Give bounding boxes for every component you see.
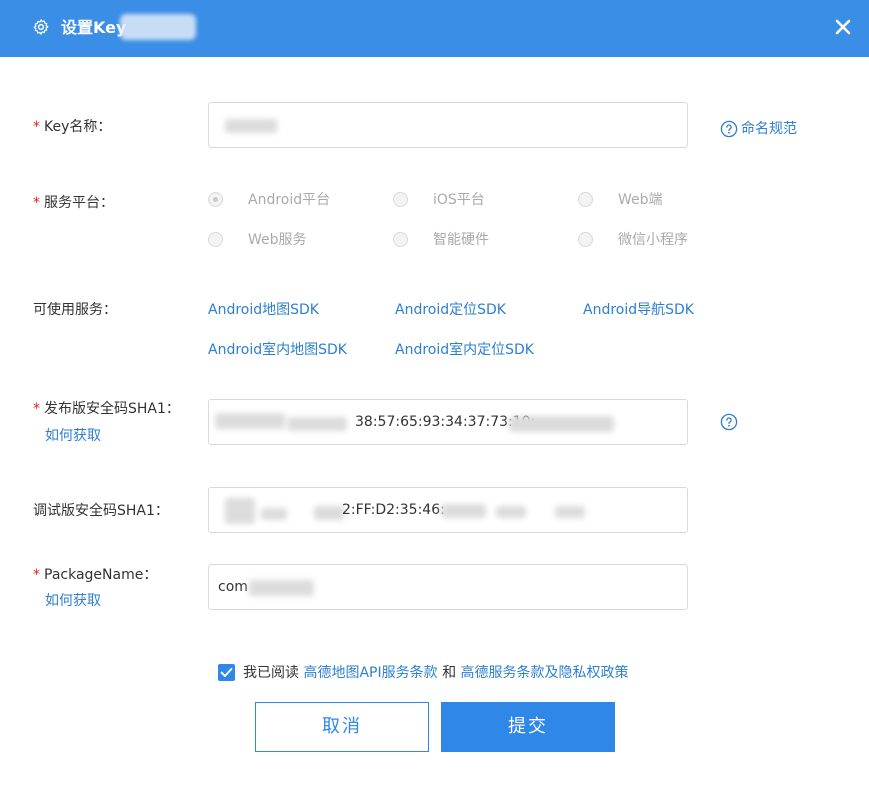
debug-sha1-value: 2:FF:D2:35:46: [342, 502, 445, 518]
release-sha1-how-to-link[interactable]: 如何获取 [45, 426, 101, 446]
help-circle-icon[interactable] [720, 413, 738, 431]
close-icon[interactable] [833, 17, 853, 37]
agreement-text: 我已阅读 高德地图API服务条款 和 高德服务条款及隐私权政策 [243, 665, 629, 681]
debug-sha1-input[interactable]: 2:FF:D2:35:46: [208, 487, 688, 533]
radio-circle [208, 192, 223, 207]
radio-circle [578, 192, 593, 207]
redacted-segment [441, 504, 486, 518]
redacted-segment [509, 416, 614, 432]
radio-circle [208, 232, 223, 247]
radio-circle [393, 192, 408, 207]
services-label: 可使用服务： [33, 302, 117, 318]
package-name-value: com [218, 579, 248, 595]
package-name-label: * PackageName： [33, 567, 158, 583]
checkmark-icon [220, 668, 233, 677]
redacted-segment [261, 508, 287, 520]
key-name-input[interactable] [208, 102, 688, 148]
redacted-segment [225, 498, 255, 524]
redacted-key-name [225, 119, 277, 133]
cancel-button[interactable]: 取消 [255, 702, 429, 752]
privacy-policy-link[interactable]: 高德服务条款及隐私权政策 [461, 665, 629, 681]
platform-label: * 服务平台： [33, 195, 114, 211]
release-sha1-label: * 发布版安全码SHA1： [33, 401, 180, 417]
redacted-segment [249, 580, 314, 596]
dialog-title: 设置Key [61, 18, 127, 37]
dialog-header: 设置Key [0, 0, 869, 57]
service-android-indoor-map-sdk[interactable]: Android室内地图SDK [208, 340, 347, 360]
redacted-segment [215, 413, 285, 429]
redacted-segment [314, 506, 344, 520]
release-sha1-input[interactable]: 38:57:65:93:34:37:73:10: [208, 399, 688, 445]
radio-circle [393, 232, 408, 247]
naming-rules-link[interactable]: 命名规范 [741, 119, 797, 139]
radio-circle [578, 232, 593, 247]
redacted-title-suffix [120, 14, 196, 40]
service-android-location-sdk[interactable]: Android定位SDK [395, 300, 506, 320]
package-name-input[interactable]: com [208, 564, 688, 610]
submit-button[interactable]: 提交 [441, 702, 615, 752]
service-android-map-sdk[interactable]: Android地图SDK [208, 300, 319, 320]
key-name-label: * Key名称： [33, 119, 112, 135]
api-terms-link[interactable]: 高德地图API服务条款 [303, 665, 437, 681]
redacted-segment [555, 506, 585, 518]
redacted-segment [496, 506, 526, 518]
gear-icon [33, 19, 49, 35]
service-android-navi-sdk[interactable]: Android导航SDK [583, 300, 694, 320]
service-android-indoor-location-sdk[interactable]: Android室内定位SDK [395, 340, 534, 360]
agreement-checkbox[interactable] [218, 664, 235, 681]
redacted-segment [287, 417, 347, 431]
help-circle-icon[interactable] [720, 120, 738, 138]
package-name-how-to-link[interactable]: 如何获取 [45, 591, 101, 611]
debug-sha1-label: 调试版安全码SHA1： [33, 503, 169, 519]
